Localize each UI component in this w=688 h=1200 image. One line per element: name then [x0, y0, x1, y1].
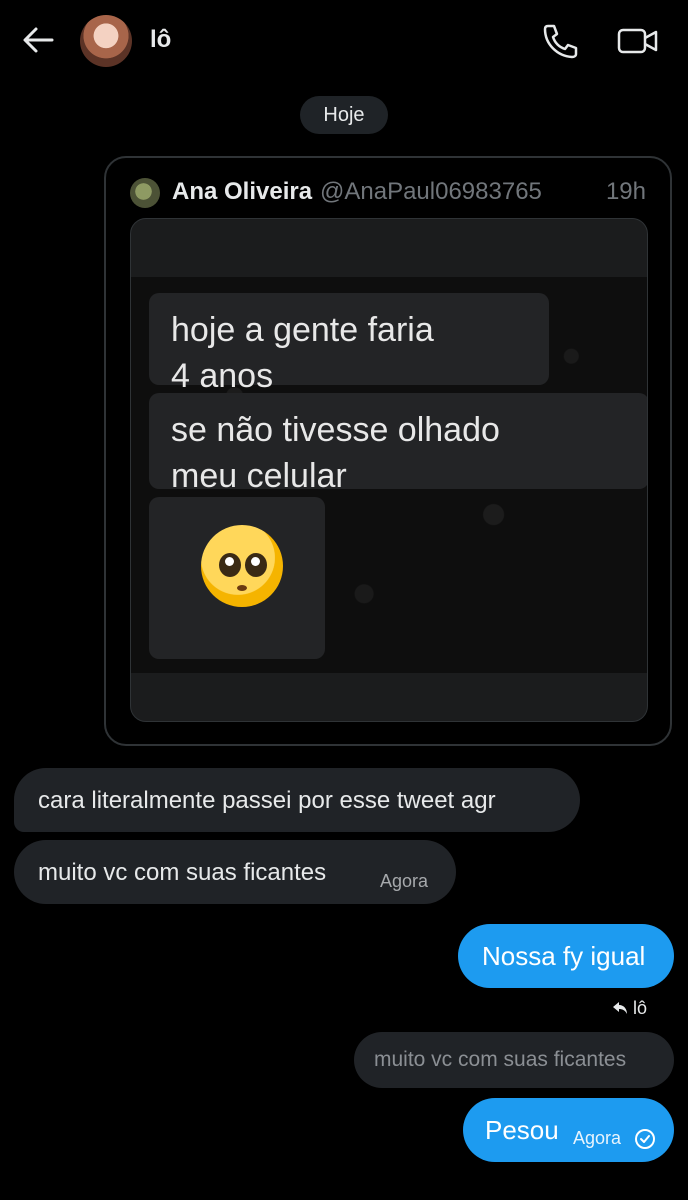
screenshot-message-text: se não tivesse olhado meu celular	[171, 411, 500, 495]
phone-icon	[543, 24, 578, 59]
replied-message-text: muito vc com suas ficantes	[374, 1048, 627, 1071]
emoji-eye	[219, 553, 241, 577]
pleading-face-emoji-icon	[201, 525, 283, 607]
screenshot-message-bubble: se não tivesse olhado meu celular	[149, 393, 647, 495]
call-button[interactable]	[540, 22, 580, 60]
contact-name[interactable]: lô	[150, 26, 171, 54]
incoming-message[interactable]: muito vc com suas ficantes Agora	[14, 840, 456, 904]
shared-tweet-card[interactable]: Ana Oliveira @AnaPaul06983765 19h hoje a…	[104, 156, 672, 746]
tweet-timestamp: 19h	[605, 178, 646, 205]
message-text: Nossa fy igual	[482, 941, 646, 971]
whatsapp-screenshot: hoje a gente faria 4 anos se não tivesse…	[131, 277, 647, 673]
tweet-author-avatar	[130, 178, 160, 208]
conversation-header: lô	[0, 0, 688, 82]
emoji-mouth	[237, 585, 247, 591]
video-call-button[interactable]	[616, 24, 660, 58]
message-text: Pesou	[485, 1115, 559, 1145]
message-text: muito vc com suas ficantes	[38, 859, 327, 886]
screenshot-message-bubble: hoje a gente faria 4 anos	[149, 293, 549, 395]
emoji-eye	[245, 553, 267, 577]
reply-indicator: lô	[612, 998, 647, 1019]
message-time: Agora	[573, 1128, 622, 1148]
tweet-author-name: Ana Oliveira	[172, 178, 313, 205]
arrow-left-icon	[23, 27, 54, 53]
reply-arrow-icon	[613, 1002, 627, 1014]
reply-indicator-label: lô	[633, 998, 648, 1018]
message-time: Agora	[380, 871, 429, 891]
video-camera-icon	[617, 28, 658, 54]
screenshot-emoji-bubble	[149, 497, 325, 659]
replied-message-preview[interactable]: muito vc com suas ficantes	[354, 1032, 674, 1088]
back-button[interactable]	[20, 24, 56, 56]
contact-avatar[interactable]	[80, 15, 132, 67]
screenshot-message-text: hoje a gente faria 4 anos	[171, 311, 434, 395]
outgoing-message[interactable]: Nossa fy igual	[458, 924, 674, 988]
date-separator: Hoje	[300, 96, 388, 134]
incoming-message[interactable]: cara literalmente passei por esse tweet …	[14, 768, 580, 832]
outgoing-message[interactable]: Pesou Agora	[463, 1098, 674, 1162]
read-check-icon	[635, 1129, 655, 1149]
tweet-media-image[interactable]: hoje a gente faria 4 anos se não tivesse…	[130, 218, 648, 722]
tweet-author-handle: @AnaPaul06983765	[320, 178, 542, 205]
message-text: cara literalmente passei por esse tweet …	[38, 787, 496, 814]
